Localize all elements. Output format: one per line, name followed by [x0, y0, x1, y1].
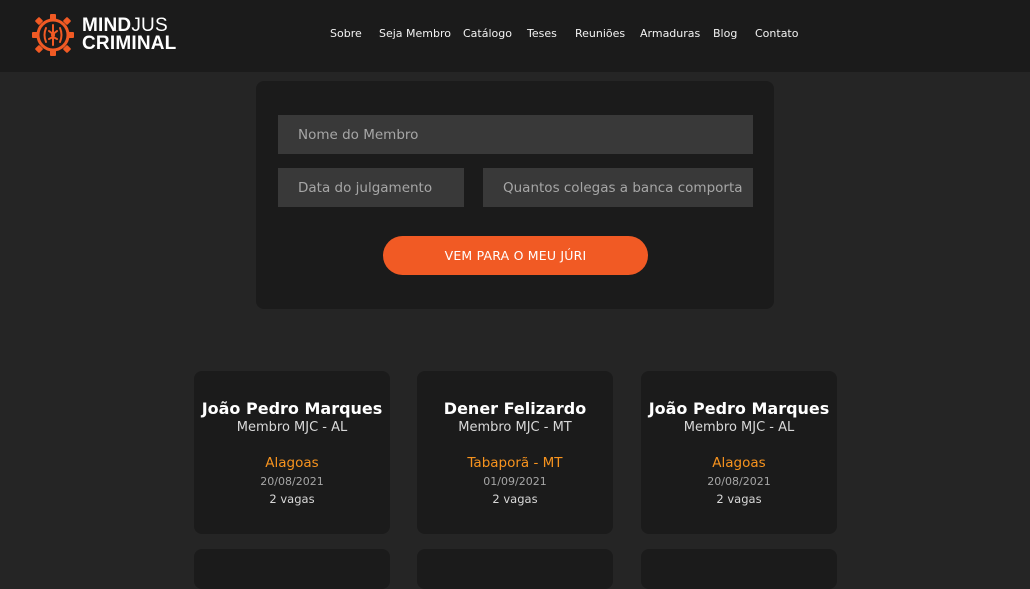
card-city: Alagoas: [712, 455, 766, 471]
card-member-role: Membro MJC - MT: [458, 420, 572, 435]
card-member-role: Membro MJC - AL: [236, 420, 348, 435]
colleagues-count-input[interactable]: [483, 168, 753, 207]
card-vagas: 2 vagas: [716, 492, 762, 506]
card-city: Tabaporã - MT: [467, 455, 563, 471]
jury-card[interactable]: João Pedro Marques Membro MJC - AL Alago…: [641, 371, 837, 534]
main-nav: Sobre Seja Membro Catálogo Teses Reuniõe…: [0, 27, 1030, 45]
card-member-role: Membro MJC - AL: [683, 420, 795, 435]
trial-date-input[interactable]: [278, 168, 464, 207]
nav-item-sobre[interactable]: Sobre: [330, 27, 362, 40]
card-date: 20/08/2021: [707, 475, 771, 488]
card-city: Alagoas: [265, 455, 319, 471]
nav-item-reunioes[interactable]: Reuniões: [575, 27, 625, 40]
jury-card[interactable]: Dener Felizardo Membro MJC - MT Tabaporã…: [417, 371, 613, 534]
site-header: MINDJUS CRIMINAL Sobre Seja Membro Catál…: [0, 0, 1030, 72]
card-member-name: João Pedro Marques: [201, 399, 383, 418]
nav-item-teses[interactable]: Teses: [527, 27, 557, 40]
jury-card[interactable]: João Pedro Marques Membro MJC - AL Alago…: [194, 371, 390, 534]
card-date: 20/08/2021: [260, 475, 324, 488]
jury-card-partial[interactable]: [194, 549, 390, 589]
nav-item-blog[interactable]: Blog: [713, 27, 737, 40]
card-member-name: Dener Felizardo: [443, 399, 587, 418]
card-vagas: 2 vagas: [269, 492, 315, 506]
member-name-input[interactable]: [278, 115, 753, 154]
nav-item-contato[interactable]: Contato: [755, 27, 798, 40]
card-date: 01/09/2021: [483, 475, 547, 488]
card-member-name: João Pedro Marques: [648, 399, 830, 418]
jury-card-partial[interactable]: [417, 549, 613, 589]
nav-item-seja-membro[interactable]: Seja Membro: [379, 27, 451, 40]
nav-item-catalogo[interactable]: Catálogo: [463, 27, 512, 40]
nav-item-armaduras[interactable]: Armaduras: [640, 27, 700, 40]
jury-card-partial[interactable]: [641, 549, 837, 589]
submit-jury-button[interactable]: VEM PARA O MEU JÚRI: [383, 236, 648, 275]
card-vagas: 2 vagas: [492, 492, 538, 506]
